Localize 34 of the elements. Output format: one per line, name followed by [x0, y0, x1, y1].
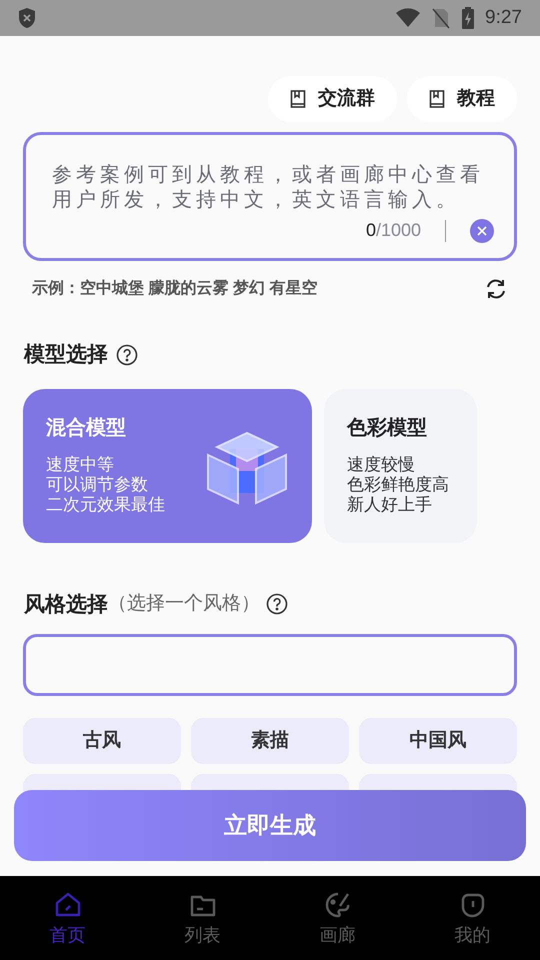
- style-chip[interactable]: 中国风: [359, 718, 517, 764]
- model-description: 速度较慢 色彩鲜艳度高 新人好上手: [347, 454, 449, 514]
- help-icon[interactable]: [266, 593, 288, 616]
- book-icon: [290, 90, 306, 108]
- model-name: 色彩模型: [347, 416, 428, 440]
- palette-icon: [324, 892, 352, 918]
- generate-button[interactable]: 立即生成: [14, 790, 526, 861]
- clock: 9:27: [485, 6, 522, 30]
- battery-icon: [461, 7, 476, 29]
- wifi-icon: [395, 8, 422, 28]
- char-count: 0/1000: [366, 219, 421, 242]
- help-icon[interactable]: [116, 344, 138, 366]
- link-button[interactable]: 交流群: [268, 76, 397, 122]
- link-button[interactable]: 教程: [407, 76, 517, 122]
- refresh-icon[interactable]: [484, 278, 508, 300]
- section-title: 风格选择: [24, 592, 108, 618]
- home-icon: [54, 892, 82, 918]
- style-chip[interactable]: 素描: [191, 718, 349, 764]
- example-text: 示例：空中城堡 朦胧的云雾 梦幻 有星空: [32, 278, 318, 299]
- model-description: 速度中等 可以调节参数 二次元效果最佳: [46, 454, 165, 514]
- section-title: 模型选择: [24, 342, 108, 368]
- section-hint: （选择一个风格）: [108, 592, 260, 616]
- style-chip[interactable]: 古风: [23, 718, 181, 764]
- style-field[interactable]: [23, 634, 517, 696]
- model-card[interactable]: 混合模型 速度中等 可以调节参数 二次元效果最佳: [23, 388, 312, 542]
- prompt-input[interactable]: 参考案例可到从教程，或者画廊中心查看用户所发，支持中文，英文语言输入。: [52, 163, 484, 219]
- book-icon: [429, 90, 445, 108]
- clear-button[interactable]: [470, 218, 494, 242]
- shield-icon: [18, 7, 36, 29]
- model-card[interactable]: 色彩模型 速度较慢 色彩鲜艳度高 新人好上手: [324, 388, 477, 542]
- close-icon: [477, 226, 487, 236]
- no-sim-icon: [431, 7, 452, 29]
- model-name: 混合模型: [46, 416, 127, 440]
- prompt-field[interactable]: 参考案例可到从教程，或者画廊中心查看用户所发，支持中文，英文语言输入。 0/1000: [23, 132, 517, 261]
